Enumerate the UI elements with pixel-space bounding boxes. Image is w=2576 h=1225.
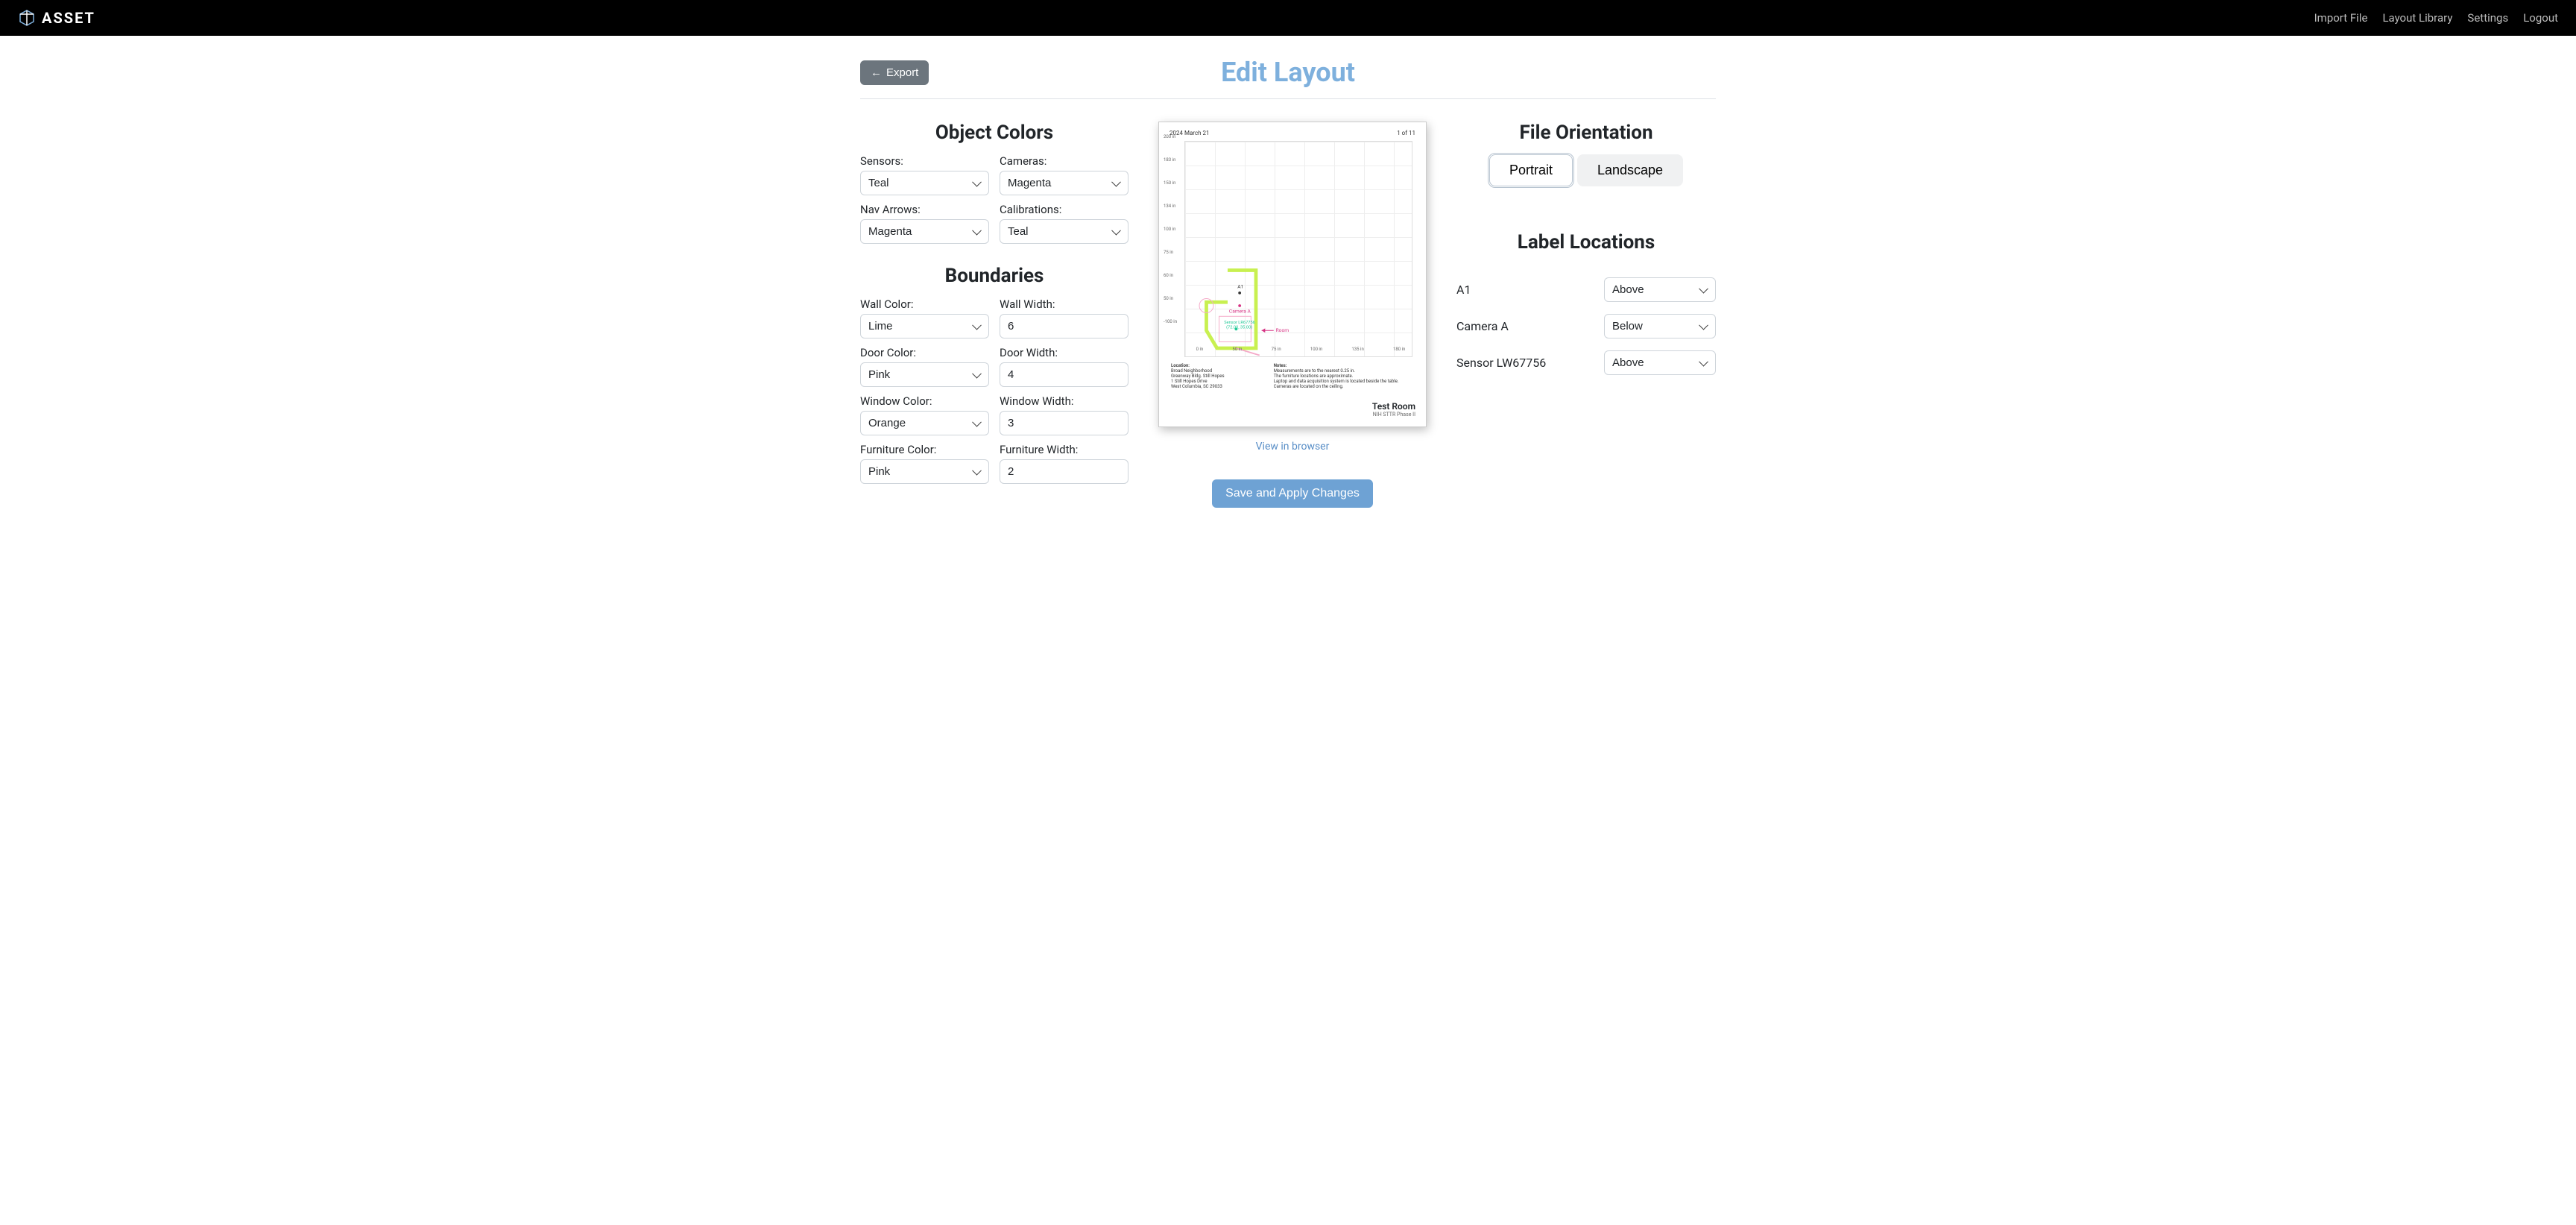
preview-room-name: Test Room xyxy=(1372,401,1415,412)
furniture-width-input[interactable] xyxy=(1000,459,1128,484)
label-a1-name: A1 xyxy=(1456,283,1471,297)
boundaries-title: Boundaries xyxy=(860,265,1128,287)
label-row-sensor: Sensor LW67756 Above xyxy=(1456,350,1716,375)
sensors-label: Sensors: xyxy=(860,154,989,168)
nav-settings[interactable]: Settings xyxy=(2467,11,2508,25)
svg-text:(72.00, 35.00): (72.00, 35.00) xyxy=(1226,324,1252,330)
top-navbar: ASSET Import File Layout Library Setting… xyxy=(0,0,2576,36)
arrow-left-icon: ← xyxy=(871,66,882,79)
preview-page: 1 of 11 xyxy=(1397,130,1415,136)
label-camera-a-select[interactable]: Below xyxy=(1604,314,1716,338)
svg-text:Room: Room xyxy=(1276,327,1289,333)
furniture-color-select[interactable]: Pink xyxy=(860,459,989,484)
door-width-label: Door Width: xyxy=(1000,346,1128,359)
export-button[interactable]: ← Export xyxy=(860,60,929,85)
preview-y-ticks: 200 in 183 in 150 in 134 in 100 in 75 in… xyxy=(1164,134,1177,324)
brand-icon xyxy=(18,9,36,27)
sensors-select[interactable]: Teal xyxy=(860,171,989,195)
nav-arrows-label: Nav Arrows: xyxy=(860,203,989,216)
label-camera-a-name: Camera A xyxy=(1456,319,1509,333)
nav-links: Import File Layout Library Settings Logo… xyxy=(2314,11,2558,25)
door-width-input[interactable] xyxy=(1000,362,1128,387)
label-a1-select[interactable]: Above xyxy=(1604,277,1716,302)
svg-text:Camera A: Camera A xyxy=(1229,309,1251,315)
nav-layout-library[interactable]: Layout Library xyxy=(2382,11,2452,25)
view-in-browser-link[interactable]: View in browser xyxy=(1256,441,1330,453)
calibrations-select[interactable]: Teal xyxy=(1000,219,1128,244)
brand: ASSET xyxy=(18,9,95,27)
save-apply-button[interactable]: Save and Apply Changes xyxy=(1212,479,1373,508)
nav-arrows-select[interactable]: Magenta xyxy=(860,219,989,244)
wall-color-select[interactable]: Lime xyxy=(860,314,989,338)
orientation-portrait-button[interactable]: Portrait xyxy=(1489,154,1573,186)
svg-text:A1: A1 xyxy=(1237,283,1243,289)
orientation-toggle-group: Portrait Landscape xyxy=(1456,154,1716,186)
export-button-label: Export xyxy=(886,66,918,79)
nav-logout[interactable]: Logout xyxy=(2523,11,2558,25)
window-color-select[interactable]: Orange xyxy=(860,411,989,435)
page-header: ← Export Edit Layout xyxy=(860,57,1716,99)
label-row-a1: A1 Above xyxy=(1456,277,1716,302)
door-color-select[interactable]: Pink xyxy=(860,362,989,387)
cameras-label: Cameras: xyxy=(1000,154,1128,168)
wall-color-label: Wall Color: xyxy=(860,297,989,311)
label-sensor-name: Sensor LW67756 xyxy=(1456,356,1546,370)
preview-location-title: Location: xyxy=(1171,363,1259,368)
preview-location-text: Broad Neighborhood Greenway Bldg. Still … xyxy=(1171,368,1259,389)
window-color-label: Window Color: xyxy=(860,394,989,408)
preview-x-ticks: 0 in 50 in 75 in 100 in 135 in 180 in xyxy=(1181,347,1420,352)
label-locations-title: Label Locations xyxy=(1456,231,1716,253)
preview-grid: A1 Camera A Sensor LR67756 (72.00, 35.00… xyxy=(1184,141,1412,357)
preview-notes-text: Measurements are to the nearest 0.25 in.… xyxy=(1274,368,1414,389)
door-color-label: Door Color: xyxy=(860,346,989,359)
orientation-landscape-button[interactable]: Landscape xyxy=(1577,154,1683,186)
page-title: Edit Layout xyxy=(1221,57,1355,88)
label-row-camera-a: Camera A Below xyxy=(1456,314,1716,338)
window-width-label: Window Width: xyxy=(1000,394,1128,408)
wall-width-input[interactable] xyxy=(1000,314,1128,338)
preview-notes-title: Notes: xyxy=(1274,363,1414,368)
preview-room-sub: NIH STTR Phase II xyxy=(1372,412,1415,418)
file-orientation-title: File Orientation xyxy=(1456,122,1716,144)
nav-import-file[interactable]: Import File xyxy=(2314,11,2368,25)
object-colors-title: Object Colors xyxy=(860,122,1128,144)
calibrations-label: Calibrations: xyxy=(1000,203,1128,216)
furniture-color-label: Furniture Color: xyxy=(860,443,989,456)
layout-preview: 2024 March 21 1 of 11 200 in 183 in 150 … xyxy=(1158,122,1427,427)
cameras-select[interactable]: Magenta xyxy=(1000,171,1128,195)
brand-text: ASSET xyxy=(42,9,95,27)
furniture-width-label: Furniture Width: xyxy=(1000,443,1128,456)
window-width-input[interactable] xyxy=(1000,411,1128,435)
wall-width-label: Wall Width: xyxy=(1000,297,1128,311)
label-sensor-select[interactable]: Above xyxy=(1604,350,1716,375)
svg-text:Sensor LR67756: Sensor LR67756 xyxy=(1224,321,1255,325)
